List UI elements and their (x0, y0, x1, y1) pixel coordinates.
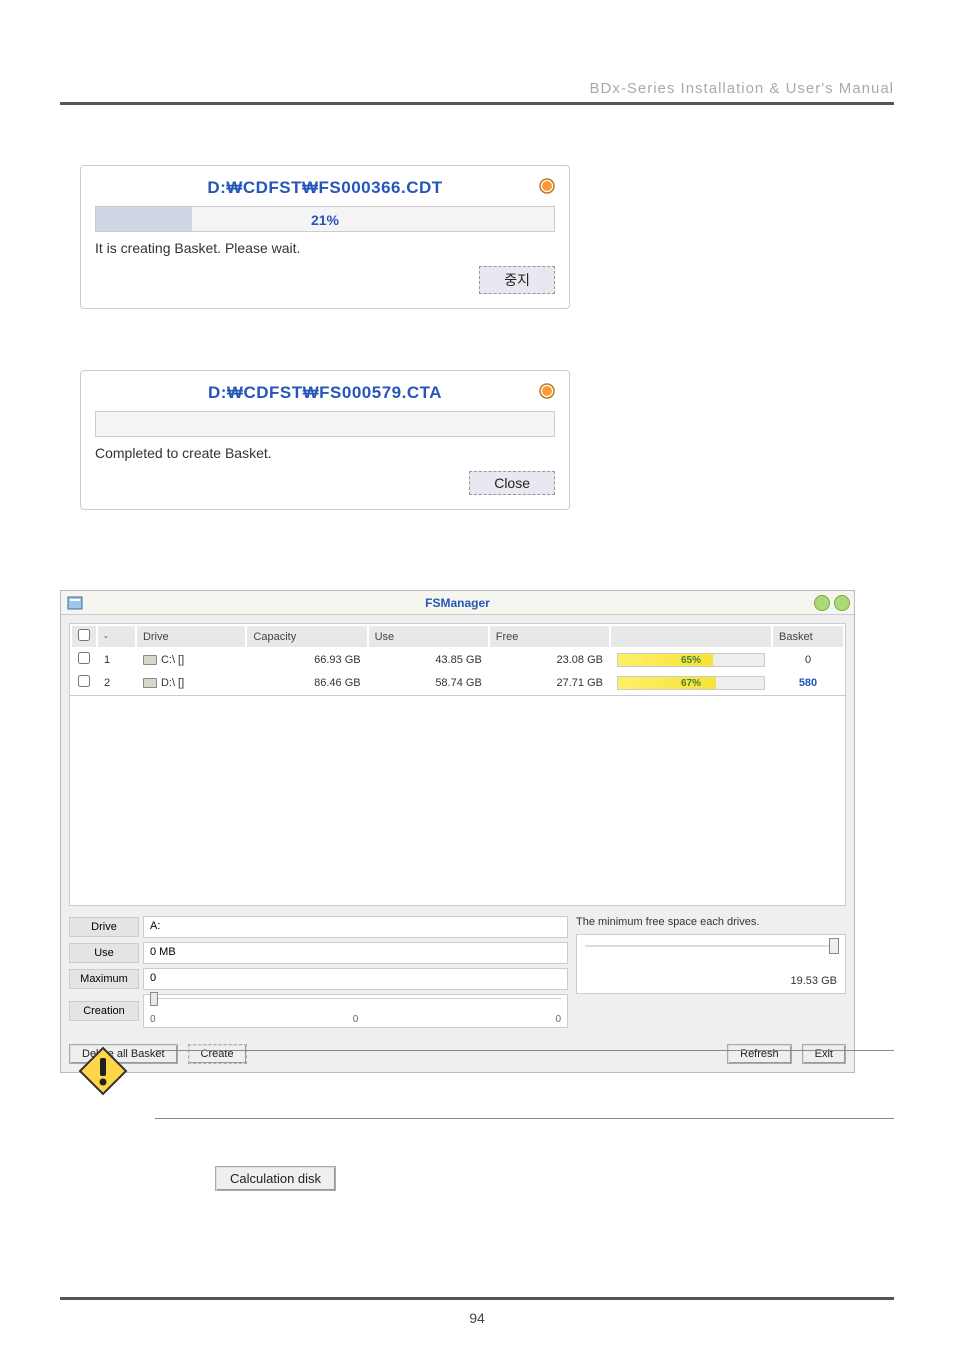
col-free: Free (490, 626, 609, 647)
col-basket: Basket (773, 626, 843, 647)
col-drive: Drive (137, 626, 245, 647)
progress-bar-empty (95, 411, 555, 437)
row-usage: 65% (611, 649, 771, 670)
fsmanager-title: FSManager (61, 591, 854, 615)
calculation-disk-button[interactable]: Calculation disk (215, 1166, 336, 1191)
stop-button[interactable]: 중지 (479, 266, 555, 294)
row-use: 58.74 GB (369, 672, 488, 693)
exit-button[interactable]: Exit (802, 1044, 846, 1064)
row-capacity: 66.93 GB (247, 649, 366, 670)
close-icon[interactable] (834, 595, 850, 611)
min-free-space-label: The minimum free space each drives. (576, 916, 846, 928)
create-basket-complete-dialog: D:₩CDFST₩FS000579.CTA Completed to creat… (80, 370, 570, 510)
status-indicator-icon (539, 178, 555, 194)
row-usage: 67% (611, 672, 771, 693)
creation-slider[interactable]: 0 0 0 (143, 994, 568, 1028)
row-free: 23.08 GB (490, 649, 609, 670)
table-row[interactable]: 2D:\ []86.46 GB58.74 GB27.71 GB67%580 (72, 672, 843, 693)
maximum-field: 0 (143, 968, 568, 990)
use-label: Use (69, 943, 139, 963)
creation-label: Creation (69, 1001, 139, 1021)
caution-rule-top (155, 1050, 894, 1051)
dialog2-message: Completed to create Basket. (95, 445, 555, 461)
select-all-checkbox[interactable] (78, 629, 90, 641)
min-free-slider-thumb-icon[interactable] (829, 938, 839, 954)
drive-icon (143, 655, 157, 665)
row-use: 43.85 GB (369, 649, 488, 670)
fsmanager-titlebar: FSManager (61, 591, 854, 615)
drive-icon (143, 678, 157, 688)
drive-table-empty-area (69, 696, 846, 906)
dialog1-path: D:₩CDFST₩FS000366.CDT (95, 178, 555, 198)
drive-field: A: (143, 916, 568, 938)
row-idx: 1 (98, 649, 135, 670)
refresh-button[interactable]: Refresh (727, 1044, 792, 1064)
min-free-space-box: 19.53 GB (576, 934, 846, 994)
row-basket: 0 (773, 649, 843, 670)
use-field: 0 MB (143, 942, 568, 964)
min-free-slider[interactable] (585, 945, 837, 947)
fsmanager-window: FSManager - Drive Capacity Use Free Bask… (60, 590, 855, 1073)
footer-rule (60, 1297, 894, 1300)
row-basket: 580 (773, 672, 843, 693)
drive-label: Drive (69, 917, 139, 937)
row-drive: D:\ [] (137, 672, 245, 693)
col-usage (611, 626, 771, 647)
page-header-title: BDx-Series Installation & User's Manual (590, 80, 894, 97)
progress-bar: 21% (95, 206, 555, 232)
drive-table: - Drive Capacity Use Free Basket 1C:\ []… (69, 623, 846, 696)
minimize-icon[interactable] (814, 595, 830, 611)
row-capacity: 86.46 GB (247, 672, 366, 693)
caution-icon (78, 1046, 128, 1096)
col-check (72, 626, 96, 647)
progress-percent: 21% (96, 207, 554, 231)
maximum-label: Maximum (69, 969, 139, 989)
col-capacity: Capacity (247, 626, 366, 647)
row-free: 27.71 GB (490, 672, 609, 693)
row-drive: C:\ [] (137, 649, 245, 670)
dialog1-message: It is creating Basket. Please wait. (95, 240, 555, 256)
caution-rule-bottom (155, 1118, 894, 1119)
tick-1: 0 (353, 1014, 359, 1025)
status-indicator-icon (539, 383, 555, 399)
tick-0: 0 (150, 1014, 156, 1025)
create-basket-progress-dialog: D:₩CDFST₩FS000366.CDT 21% It is creating… (80, 165, 570, 309)
close-button[interactable]: Close (469, 471, 555, 495)
col-idx: - (98, 626, 135, 647)
col-use: Use (369, 626, 488, 647)
min-free-value: 19.53 GB (791, 975, 837, 987)
row-checkbox[interactable] (78, 675, 90, 687)
dialog2-path: D:₩CDFST₩FS000579.CTA (95, 383, 555, 403)
create-button[interactable]: Create (188, 1044, 247, 1064)
tick-2: 0 (555, 1014, 561, 1025)
table-row[interactable]: 1C:\ []66.93 GB43.85 GB23.08 GB65%0 (72, 649, 843, 670)
row-idx: 2 (98, 672, 135, 693)
row-checkbox[interactable] (78, 652, 90, 664)
header-rule (60, 102, 894, 105)
page-number: 94 (0, 1310, 954, 1326)
slider-thumb-icon[interactable] (150, 992, 158, 1006)
